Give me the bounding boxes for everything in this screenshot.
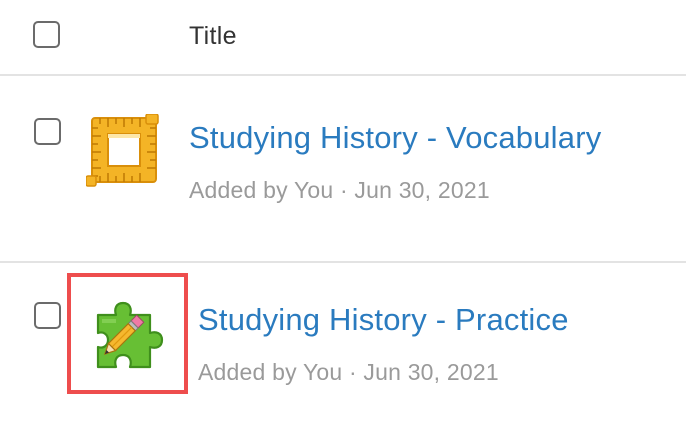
table-row: Studying History - Vocabulary Added by Y… [0,76,686,263]
item-title-link[interactable]: Studying History - Vocabulary [189,120,601,156]
content-table: Title Studying History - Vocabulary Adde… [0,0,686,446]
puzzle-pencil-icon [92,293,172,378]
column-header-title[interactable]: Title [189,22,237,51]
row-checkbox[interactable] [34,118,61,145]
item-title-link[interactable]: Studying History - Practice [198,302,569,338]
item-meta: Added by You · Jun 30, 2021 [189,177,490,203]
table-header: Title [0,0,686,76]
ruler-square-icon [85,113,162,193]
row-checkbox[interactable] [34,302,61,329]
select-all-checkbox[interactable] [33,21,60,48]
item-meta: Added by You · Jun 30, 2021 [198,359,499,385]
table-row: Studying History - Practice Added by You… [0,263,686,446]
